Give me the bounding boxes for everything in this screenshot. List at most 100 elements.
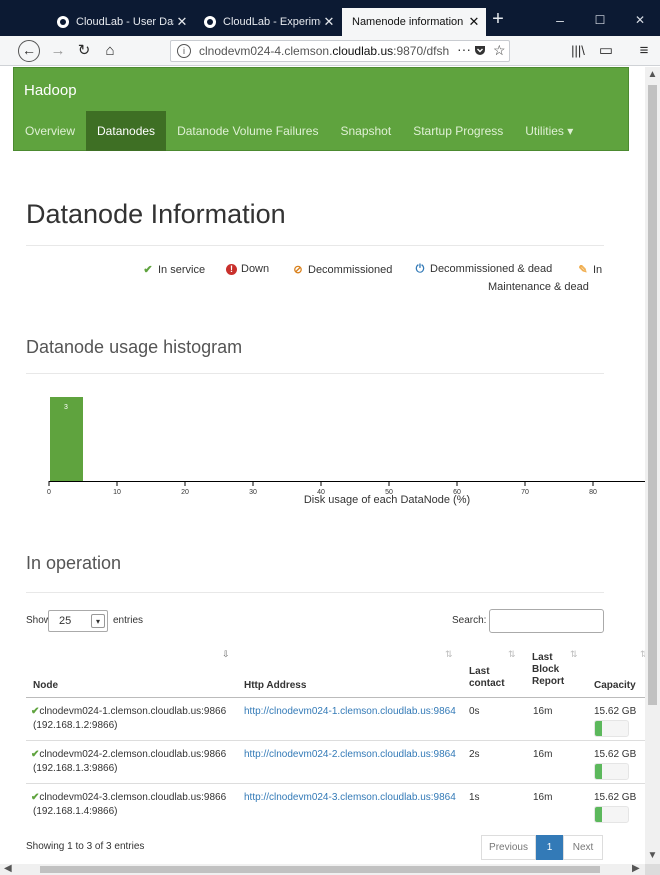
page-viewport: Hadoop Overview Datanodes Datanode Volum… — [0, 67, 645, 864]
pocket-icon[interactable] — [473, 43, 487, 57]
last-block-report: 16m — [533, 792, 553, 803]
capacity-bar — [594, 720, 629, 737]
search-input[interactable] — [489, 609, 604, 633]
scroll-up-icon[interactable]: ▲ — [647, 69, 658, 80]
next-button[interactable]: Next — [563, 835, 603, 860]
scroll-thumb[interactable] — [648, 85, 657, 705]
legend-decommissioned-dead: ⏻ Decommissioned & dead — [415, 263, 553, 275]
close-window-button[interactable]: ✕ — [620, 8, 660, 32]
capacity-bar — [594, 763, 629, 780]
divider — [26, 245, 604, 246]
tab-title: CloudLab - Experiment — [223, 16, 321, 28]
forward-icon[interactable]: → — [46, 39, 70, 63]
http-link[interactable]: http://clnodevm024-3.clemson.cloudlab.us… — [244, 791, 456, 804]
nav-datanodes[interactable]: Datanodes — [86, 111, 167, 151]
home-icon[interactable]: ⌂ — [98, 39, 122, 63]
capacity-bar — [594, 806, 629, 823]
scroll-right-icon[interactable]: ▶ — [632, 863, 640, 874]
browser-tab-namenode[interactable]: Namenode information ✕ — [342, 8, 486, 36]
operation-heading: In operation — [26, 553, 122, 573]
last-contact: 0s — [469, 706, 480, 717]
histogram-heading: Datanode usage histogram — [26, 337, 243, 357]
legend-maintenance-dead: ✎ In — [578, 264, 603, 276]
sort-icon[interactable]: ⇅ — [445, 649, 453, 660]
page-1-button[interactable]: 1 — [536, 835, 563, 860]
legend-decommissioned: ⊘ Decommissioned — [293, 264, 393, 276]
scroll-left-icon[interactable]: ◀ — [4, 863, 12, 874]
url-text[interactable]: clnodevm024-4.clemson.cloudlab.us:9870/d… — [199, 44, 449, 58]
entries-select[interactable]: 25 ▾ — [48, 610, 108, 632]
sort-asc-icon[interactable]: ⇩ — [222, 649, 230, 660]
nav-startup-progress[interactable]: Startup Progress — [402, 111, 514, 151]
header-divider — [26, 697, 645, 698]
vertical-scrollbar[interactable]: ▲ ▼ — [645, 67, 660, 864]
check-icon: ✔ — [143, 264, 153, 276]
capacity-value: 15.62 GB — [594, 792, 637, 803]
menu-icon[interactable]: ≡ — [632, 39, 656, 63]
horizontal-scrollbar[interactable]: ◀ ▶ — [0, 863, 645, 875]
histogram-bar-label: 3 — [64, 404, 68, 411]
sort-icon[interactable]: ⇅ — [570, 649, 578, 660]
tab-close-icon[interactable]: ✕ — [466, 14, 482, 30]
nav-utilities[interactable]: Utilities ▾ — [514, 111, 584, 151]
x-tick-label: 10 — [113, 489, 121, 496]
maximize-button[interactable]: ☐ — [580, 8, 620, 32]
node-ip: (192.168.1.3:9866) — [33, 763, 118, 774]
browser-tab-experiment[interactable]: CloudLab - Experiment ✕ — [195, 8, 341, 36]
divider — [26, 592, 604, 593]
capacity-value: 15.62 GB — [594, 706, 637, 717]
new-tab-button[interactable]: + — [486, 8, 510, 32]
browser-titlebar: CloudLab - User Dashbo ✕ CloudLab - Expe… — [0, 0, 660, 36]
x-tick-label: 70 — [521, 489, 529, 496]
scroll-down-icon[interactable]: ▼ — [647, 850, 658, 861]
scroll-corner — [645, 864, 660, 875]
ban-icon: ⊘ — [293, 264, 303, 276]
col-header-http[interactable]: Http Address — [244, 680, 306, 692]
bookmark-star-icon[interactable]: ☆ — [493, 42, 506, 59]
hadoop-navbar: Hadoop Overview Datanodes Datanode Volum… — [13, 67, 629, 151]
capacity-bar-fill — [595, 764, 602, 779]
search-label: Search: — [452, 615, 487, 626]
nav-snapshot[interactable]: Snapshot — [329, 111, 402, 151]
sort-icon[interactable]: ⇅ — [508, 649, 516, 660]
x-tick-label: 20 — [181, 489, 189, 496]
http-link[interactable]: http://clnodevm024-1.clemson.cloudlab.us… — [244, 705, 456, 718]
capacity-bar-fill — [595, 721, 602, 736]
address-bar[interactable]: i clnodevm024-4.clemson.cloudlab.us:9870… — [170, 40, 510, 62]
tab-close-icon[interactable]: ✕ — [174, 14, 190, 30]
node-cell: ✔clnodevm024-1.clemson.cloudlab.us:9866 — [31, 706, 227, 717]
scroll-thumb[interactable] — [40, 866, 600, 873]
page-actions-icon[interactable]: ··· — [457, 41, 471, 57]
http-link[interactable]: http://clnodevm024-2.clemson.cloudlab.us… — [244, 748, 456, 761]
entries-label: entries — [113, 615, 144, 626]
row-divider — [26, 783, 645, 784]
row-divider — [26, 740, 645, 741]
capacity-value: 15.62 GB — [594, 749, 637, 760]
usage-histogram-chart: 30 10 20 30 40 50 60 70 80Disk usage of each Dat… — [47, 397, 645, 506]
back-icon[interactable]: ← — [18, 40, 40, 62]
col-header-last-contact[interactable]: Last contact — [469, 666, 505, 690]
tab-close-icon[interactable]: ✕ — [321, 14, 337, 30]
wrench-icon: ✎ — [578, 264, 588, 276]
col-header-capacity[interactable]: Capacity — [594, 680, 636, 692]
sidebar-icon[interactable]: ▭ — [594, 39, 618, 63]
nav-overview[interactable]: Overview — [14, 111, 86, 151]
col-header-node[interactable]: Node — [33, 680, 58, 692]
divider — [26, 373, 604, 374]
col-header-last-block[interactable]: Last Block Report — [532, 652, 564, 688]
previous-button[interactable]: Previous — [481, 835, 536, 860]
site-info-icon[interactable]: i — [177, 44, 191, 58]
last-contact: 2s — [469, 749, 480, 760]
nav-volume-failures[interactable]: Datanode Volume Failures — [166, 111, 329, 151]
browser-tab-dashboard[interactable]: CloudLab - User Dashbo ✕ — [48, 8, 194, 36]
library-icon[interactable]: |||\ — [566, 39, 590, 63]
hadoop-brand[interactable]: Hadoop — [24, 82, 77, 99]
chevron-down-icon: ▾ — [91, 614, 105, 628]
x-tick-label: 80 — [589, 489, 597, 496]
node-cell: ✔clnodevm024-2.clemson.cloudlab.us:9866 — [31, 749, 227, 760]
reload-icon[interactable]: ↻ — [72, 39, 96, 63]
legend-down: ! Down — [226, 263, 269, 275]
x-tick-label: 30 — [249, 489, 257, 496]
cloudlab-favicon-icon — [204, 16, 216, 28]
minimize-button[interactable]: – — [540, 8, 580, 32]
